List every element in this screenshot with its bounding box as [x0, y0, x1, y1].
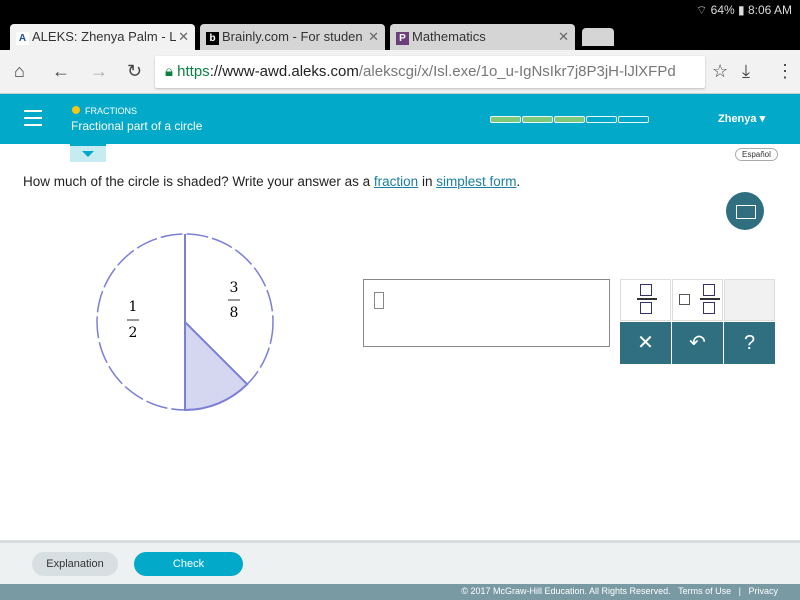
right-denominator: 8: [230, 305, 239, 321]
more-icon[interactable]: ⋮: [776, 61, 794, 82]
expand-toggle[interactable]: [70, 144, 106, 162]
action-bar: [0, 540, 800, 584]
aleks-header: FRACTIONS Fractional part of a circle Zh…: [0, 94, 800, 144]
progress-segment: [554, 116, 585, 123]
new-tab-button[interactable]: [582, 28, 614, 46]
status-bar: ⌔ 64% ▮ 8:06 AM: [0, 0, 800, 20]
espanol-button[interactable]: Español: [735, 148, 778, 161]
tab-strip: A ALEKS: Zhenya Palm - L ✕ b Brainly.com - …: [0, 20, 800, 50]
topic-label: FRACTIONS: [72, 106, 137, 116]
circle-diagram: 1 2 3 8: [96, 233, 274, 412]
aleks-icon: A: [16, 32, 29, 45]
explanation-button[interactable]: Explanation: [32, 552, 118, 576]
fraction-button[interactable]: [620, 279, 671, 321]
mixed-number-button[interactable]: [672, 279, 723, 321]
url-input[interactable]: 🔒︎ https://www-awd.aleks.com/alekscgi/x/…: [155, 56, 705, 88]
footer: © 2017 McGraw-Hill Education. All Rights…: [0, 584, 800, 600]
close-icon[interactable]: ✕: [368, 29, 379, 45]
home-icon[interactable]: ⌂: [14, 61, 25, 82]
right-numerator: 3: [230, 280, 239, 296]
progress-bar: [490, 116, 650, 123]
lock-icon: 🔒︎: [165, 63, 178, 80]
page-title: Fractional part of a circle: [71, 119, 203, 133]
star-icon[interactable]: ☆: [712, 61, 728, 82]
left-denominator: 2: [129, 325, 138, 341]
address-bar-area: ⌂ ← → ↻ 🔒︎ https://www-awd.aleks.com/ale…: [0, 50, 800, 94]
brainly-icon: b: [206, 32, 219, 45]
check-button[interactable]: Check: [134, 552, 243, 576]
mathematics-icon: P: [396, 32, 409, 45]
whole-box-icon: [679, 294, 690, 305]
privacy-link[interactable]: Privacy: [748, 586, 778, 596]
answer-input[interactable]: [363, 279, 610, 347]
tab-brainly[interactable]: b Brainly.com - For studen ✕: [200, 24, 385, 50]
wifi-icon: ⌔: [696, 3, 711, 17]
close-icon[interactable]: ✕: [178, 29, 189, 45]
mail-icon[interactable]: [726, 192, 764, 230]
progress-segment: [586, 116, 617, 123]
progress-segment: [490, 116, 521, 123]
menu-icon[interactable]: [24, 110, 42, 131]
math-keypad: ✕ ↶ ?: [620, 279, 776, 364]
clear-button[interactable]: ✕: [620, 322, 671, 364]
question-text: How much of the circle is shaded? Write …: [23, 174, 521, 189]
progress-segment: [618, 116, 649, 123]
terms-link[interactable]: Terms of Use: [678, 586, 731, 596]
download-icon[interactable]: ⤓: [742, 61, 750, 82]
user-menu[interactable]: Zhenya ▾: [718, 112, 765, 125]
back-icon[interactable]: ←: [52, 61, 70, 82]
empty-key: [724, 279, 775, 321]
tab-mathematics[interactable]: P Mathematics ✕: [390, 24, 575, 50]
progress-segment: [522, 116, 553, 123]
fraction-icon: [700, 284, 720, 314]
input-placeholder-box: [374, 292, 384, 309]
tab-aleks[interactable]: A ALEKS: Zhenya Palm - L ✕: [10, 24, 195, 50]
shaded-sector: [184, 319, 249, 412]
simplest-form-link[interactable]: simplest form: [436, 174, 516, 189]
fraction-link[interactable]: fraction: [374, 174, 418, 189]
reload-icon[interactable]: ↻: [127, 61, 142, 82]
help-button[interactable]: ?: [724, 322, 775, 364]
undo-button[interactable]: ↶: [672, 322, 723, 364]
left-numerator: 1: [129, 299, 138, 315]
fraction-icon: [637, 284, 657, 314]
forward-icon[interactable]: →: [90, 61, 108, 82]
topic-dot-icon: [72, 106, 80, 114]
close-icon[interactable]: ✕: [558, 29, 569, 45]
